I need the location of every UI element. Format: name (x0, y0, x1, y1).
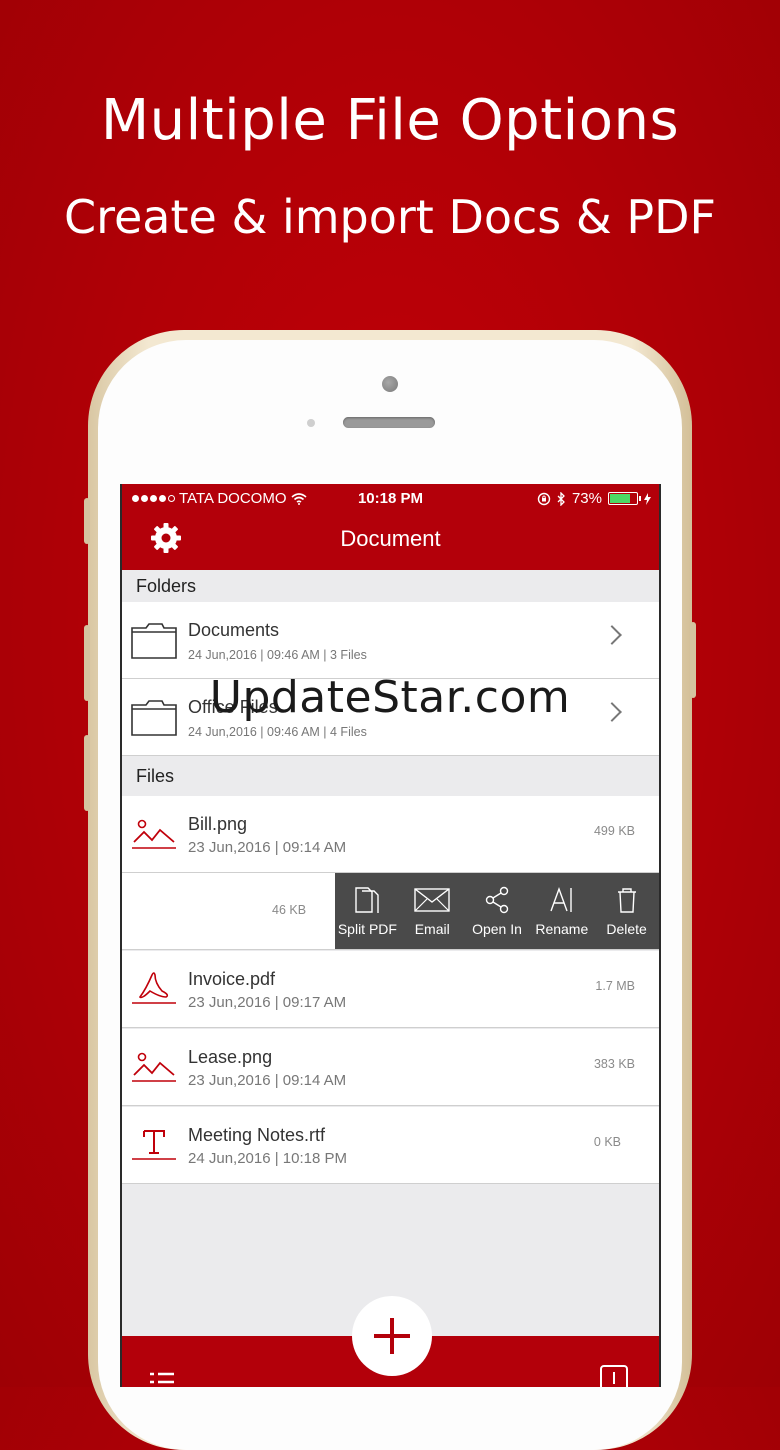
file-name: Lease.png (188, 1047, 273, 1067)
folders-section-header: Folders (122, 570, 659, 602)
list-view-icon[interactable] (148, 1372, 176, 1387)
watermark: UpdateStar.com (209, 672, 571, 723)
file-size: 46 KB (272, 903, 307, 917)
navigation-bar: TATA DOCOMO 10:18 PM 73% Document (122, 484, 659, 570)
folders-header-label: Folders (136, 576, 197, 596)
folder-row-documents[interactable]: Documents 24 Jun,2016 | 09:46 AM | 3 Fil… (122, 602, 659, 679)
promo-subheadline: Create & import Docs & PDF (63, 190, 717, 244)
battery-percent: 73% (571, 490, 602, 507)
file-row-bill[interactable]: Bill.png 23 Jun,2016 | 09:14 AM 499 KB (122, 796, 659, 873)
charging-icon (644, 492, 651, 505)
orientation-lock-icon (537, 492, 551, 505)
split-pdf-button[interactable]: Split PDF (335, 873, 400, 949)
folder-name: Documents (188, 620, 280, 640)
app-screen: TATA DOCOMO 10:18 PM 73% Document Folder… (120, 484, 661, 1387)
file-name: Invoice.pdf (188, 969, 276, 989)
file-row-swiped[interactable]: 46 KB Split PDF Email Open In Rename Del… (122, 873, 659, 950)
share-icon (485, 886, 509, 914)
image-icon (132, 1052, 176, 1082)
file-meta: 23 Jun,2016 | 09:14 AM (188, 839, 347, 856)
email-icon (414, 888, 450, 912)
email-button[interactable]: Email (400, 873, 465, 949)
rename-label: Rename (535, 921, 589, 937)
open-in-button[interactable]: Open In (465, 873, 530, 949)
swipe-actions-bar: Split PDF Email Open In Rename Delete (335, 873, 659, 949)
file-size: 1.7 MB (595, 979, 635, 993)
file-size: 383 KB (593, 1057, 635, 1071)
email-label: Email (414, 921, 450, 937)
folder-icon (131, 623, 177, 659)
volume-down-button (84, 735, 90, 811)
file-name: Bill.png (188, 814, 248, 834)
file-row-invoice[interactable]: Invoice.pdf 23 Jun,2016 | 09:17 AM 1.7 M… (122, 951, 659, 1028)
folder-meta: 24 Jun,2016 | 09:46 AM | 3 Files (188, 648, 367, 662)
bluetooth-icon (557, 491, 565, 506)
add-button[interactable] (352, 1296, 432, 1376)
split-pdf-label: Split PDF (337, 921, 397, 937)
file-meta: 23 Jun,2016 | 09:14 AM (188, 1072, 347, 1089)
file-row-meeting-notes[interactable]: Meeting Notes.rtf 24 Jun,2016 | 10:18 PM… (122, 1107, 659, 1184)
delete-label: Delete (606, 921, 647, 937)
pdf-icon (132, 972, 176, 1004)
earpiece-speaker (343, 417, 435, 428)
files-section-header: Files (122, 756, 659, 796)
promo-headline: Multiple File Options (100, 88, 680, 153)
proximity-sensor (307, 419, 315, 427)
files-header-label: Files (136, 766, 175, 786)
status-bar: TATA DOCOMO 10:18 PM 73% (122, 490, 659, 510)
document-icon[interactable] (599, 1364, 629, 1387)
file-size: 0 KB (593, 1135, 621, 1149)
open-in-label: Open In (472, 921, 522, 937)
nav-title: Document (340, 526, 441, 551)
battery-icon (608, 492, 641, 505)
delete-button[interactable]: Delete (594, 873, 659, 949)
file-name: Meeting Notes.rtf (188, 1125, 326, 1145)
front-camera (382, 376, 398, 392)
file-meta: 24 Jun,2016 | 10:18 PM (188, 1150, 348, 1167)
file-meta: 23 Jun,2016 | 09:17 AM (188, 994, 347, 1011)
folder-meta: 24 Jun,2016 | 09:46 AM | 4 Files (188, 725, 367, 739)
image-icon (132, 819, 176, 849)
text-icon (132, 1130, 176, 1160)
file-row-lease[interactable]: Lease.png 23 Jun,2016 | 09:14 AM 383 KB (122, 1029, 659, 1106)
mute-switch (84, 498, 90, 544)
file-size: 499 KB (593, 824, 635, 838)
chevron-right-icon (602, 625, 622, 645)
rename-button[interactable]: Rename (529, 873, 594, 949)
split-pdf-icon (355, 887, 380, 913)
rename-icon (550, 886, 572, 912)
trash-icon (617, 888, 636, 913)
